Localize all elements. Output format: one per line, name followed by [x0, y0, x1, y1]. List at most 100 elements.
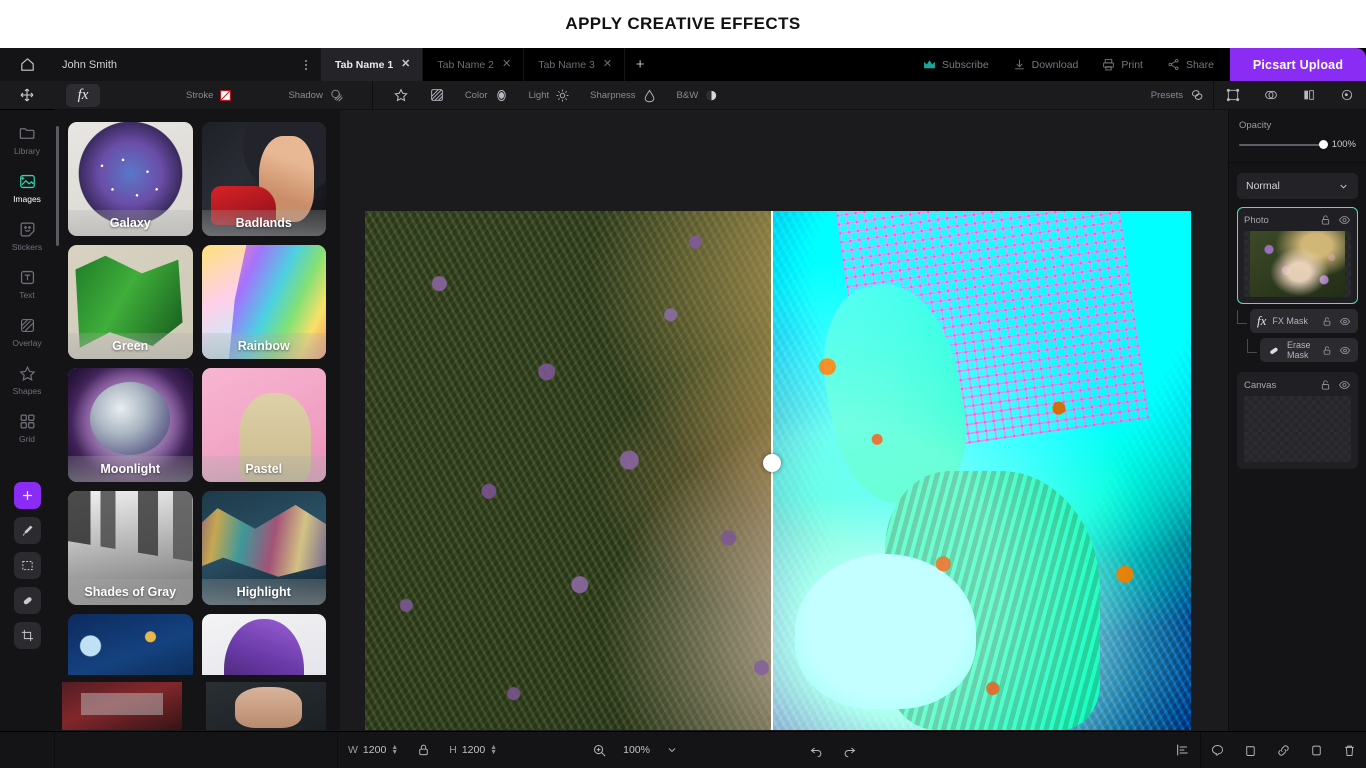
fx-mask-row[interactable]: fx FX Mask [1250, 309, 1358, 333]
effect-card-badlands[interactable]: Badlands [202, 122, 327, 236]
opacity-slider-knob[interactable] [1319, 140, 1328, 149]
canvas-area[interactable] [340, 110, 1228, 768]
sidebar-item-overlay[interactable]: Overlay [3, 316, 51, 348]
effect-card-green[interactable]: Green [68, 245, 193, 359]
home-button[interactable] [0, 48, 54, 81]
copy-button[interactable] [1300, 743, 1333, 758]
erase-mask-row[interactable]: Erase Mask [1260, 338, 1358, 362]
width-field[interactable]: W 1200 ▲▼ [338, 744, 408, 756]
add-tab-button[interactable]: + [625, 48, 655, 81]
sidebar-item-shapes[interactable]: Shapes [3, 364, 51, 396]
eye-icon[interactable] [1338, 379, 1351, 391]
effect-card-moonlight[interactable]: Moonlight [68, 368, 193, 482]
share-button[interactable]: Share [1155, 48, 1226, 81]
effect-label: Green [68, 333, 193, 359]
layer-header: Photo [1244, 214, 1351, 226]
eye-icon[interactable] [1338, 214, 1351, 226]
fx-button[interactable]: fx [66, 84, 100, 107]
layer-erase-mask[interactable]: Erase Mask [1247, 338, 1358, 362]
download-button[interactable]: Download [1001, 48, 1091, 81]
more-vertical-icon[interactable] [305, 60, 307, 70]
subscribe-button[interactable]: Subscribe [911, 48, 1001, 81]
effect-card-rainbow[interactable]: Rainbow [202, 245, 327, 359]
crop-tool-button[interactable] [14, 622, 41, 649]
align-button[interactable] [1166, 742, 1200, 758]
effect-card-pastel[interactable]: Pastel [202, 368, 327, 482]
flip-button[interactable] [1290, 87, 1328, 103]
effects-scroll-area[interactable]: Galaxy Badlands Green Rainbow [54, 110, 340, 730]
close-icon[interactable]: ✕ [502, 59, 511, 70]
texture-button[interactable] [419, 87, 455, 103]
tab-1[interactable]: Tab Name 1 ✕ [321, 48, 423, 81]
eye-icon[interactable] [1339, 316, 1351, 327]
width-stepper[interactable]: ▲▼ [391, 745, 398, 755]
print-button[interactable]: Print [1090, 48, 1155, 81]
light-button[interactable]: Light [519, 88, 581, 103]
effect-card-highlight[interactable]: Highlight [202, 491, 327, 605]
duplicate-button[interactable] [1234, 743, 1267, 758]
tab-2[interactable]: Tab Name 2 ✕ [423, 48, 524, 81]
height-field[interactable]: H 1200 ▲▼ [439, 744, 507, 756]
shadow-button[interactable]: Shadow [260, 88, 371, 103]
zoom-value[interactable]: 100% [623, 744, 650, 756]
effect-label: Rainbow [202, 333, 327, 359]
color-button[interactable]: Color [455, 88, 519, 103]
sidebar-item-text[interactable]: Text [3, 268, 51, 300]
artboard[interactable] [365, 211, 1191, 730]
aspect-lock-button[interactable] [408, 743, 439, 757]
effect-card-shades-of-gray[interactable]: Shades of Gray [68, 491, 193, 605]
undo-icon[interactable] [808, 743, 825, 758]
layer-photo[interactable]: Photo [1237, 207, 1358, 304]
unlock-icon[interactable] [1322, 316, 1332, 327]
width-key: W [348, 744, 358, 756]
redo-icon[interactable] [841, 743, 858, 758]
height-stepper[interactable]: ▲▼ [490, 745, 497, 755]
split-handle[interactable] [763, 454, 781, 472]
bw-button[interactable]: B&W [667, 88, 730, 103]
brush-tool-button[interactable] [14, 517, 41, 544]
layer-canvas[interactable]: Canvas [1237, 372, 1358, 469]
effect-card-galaxy[interactable]: Galaxy [68, 122, 193, 236]
sidebar-item-grid[interactable]: Grid [3, 412, 51, 444]
link-button[interactable] [1267, 743, 1300, 758]
chevron-down-icon[interactable] [666, 744, 678, 756]
brush-icon [20, 523, 35, 538]
unlock-icon[interactable] [1320, 214, 1331, 226]
lasso-button[interactable] [1201, 743, 1234, 758]
effect-label: Pastel [202, 456, 327, 482]
eye-icon[interactable] [1339, 345, 1351, 356]
opacity-slider[interactable] [1239, 144, 1326, 146]
close-icon[interactable]: ✕ [603, 59, 612, 70]
close-icon[interactable]: ✕ [401, 59, 410, 70]
blend-mode-select[interactable]: Normal [1237, 173, 1358, 199]
sidebar-item-stickers[interactable]: Stickers [3, 220, 51, 252]
presets-button[interactable]: Presets [1143, 87, 1213, 103]
selection-tool-button[interactable] [14, 552, 41, 579]
stroke-button[interactable]: Stroke [158, 89, 260, 102]
effect-thumbnail-partial[interactable] [206, 682, 326, 730]
zoom-in-icon[interactable] [592, 743, 607, 758]
effect-label: Badlands [202, 210, 327, 236]
images-icon [18, 172, 37, 191]
panel-scrollbar[interactable] [56, 126, 59, 246]
blend-button[interactable] [1252, 87, 1290, 103]
sidebar-item-images[interactable]: Images [3, 172, 51, 204]
sidebar-item-library[interactable]: Library [3, 124, 51, 156]
bw-label: B&W [677, 90, 699, 101]
add-button[interactable] [14, 482, 41, 509]
tab-3[interactable]: Tab Name 3 ✕ [524, 48, 625, 81]
transform-button[interactable] [1214, 87, 1252, 103]
layer-fx-mask[interactable]: fx FX Mask [1237, 309, 1358, 333]
adjust-button[interactable] [1328, 87, 1366, 103]
unlock-icon[interactable] [1322, 345, 1332, 356]
delete-button[interactable] [1333, 743, 1366, 758]
eraser-tool-button[interactable] [14, 587, 41, 614]
effects-star-button[interactable] [383, 87, 419, 103]
effect-thumbnail-partial[interactable] [62, 682, 182, 730]
sharpness-button[interactable]: Sharpness [580, 88, 666, 103]
move-tool-button[interactable] [0, 81, 54, 110]
unlock-icon[interactable] [1320, 379, 1331, 391]
shadow-icon [329, 88, 344, 103]
picsart-upload-button[interactable]: Picsart Upload [1230, 48, 1366, 81]
user-name-area[interactable]: John Smith [54, 48, 321, 81]
